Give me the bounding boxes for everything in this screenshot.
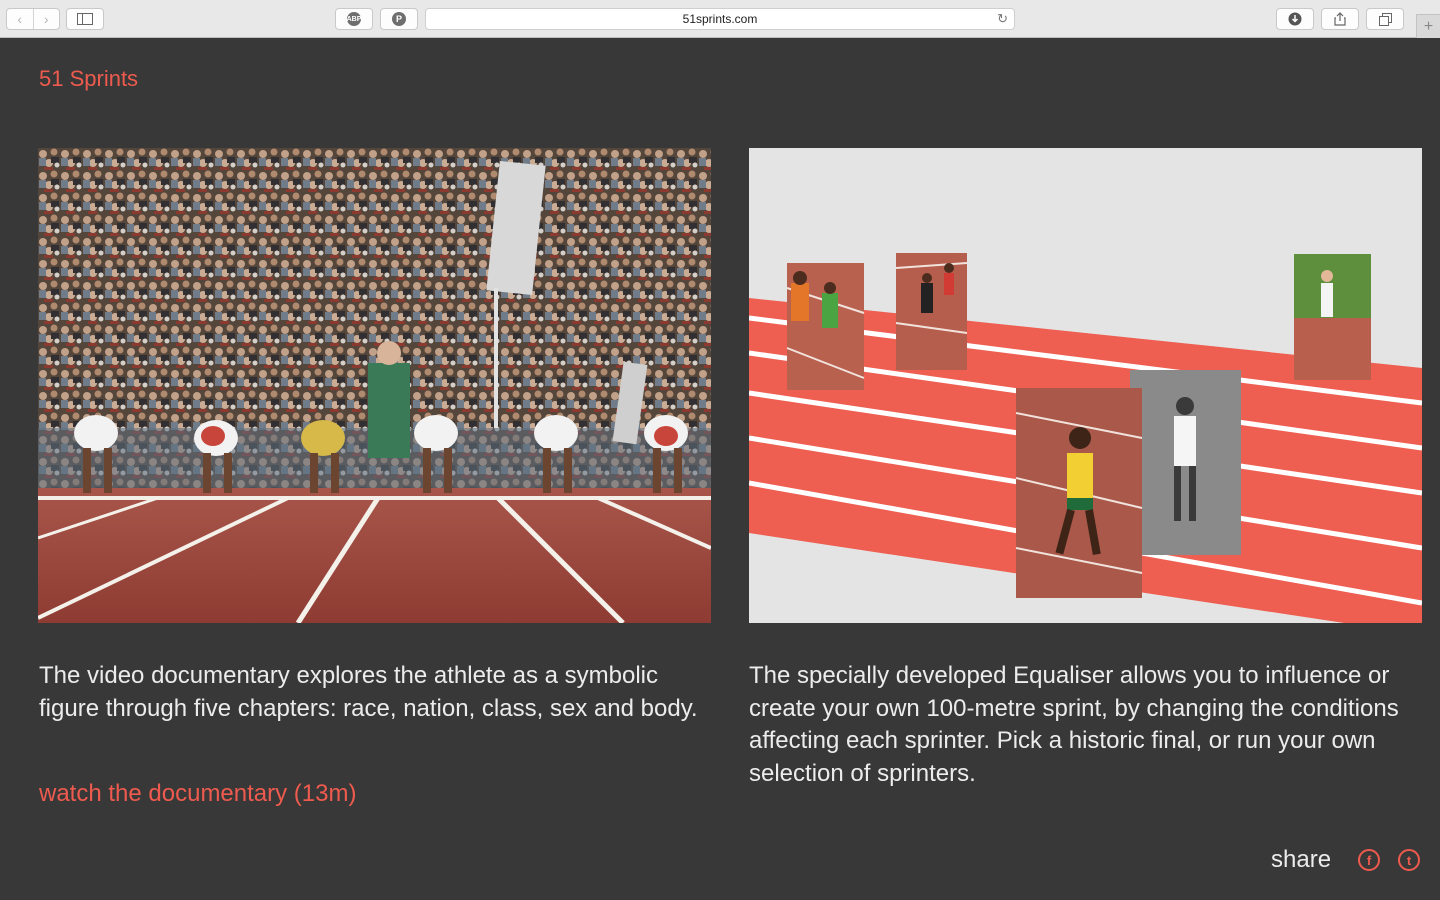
browser-toolbar: ‹ › ABP P 51sprints.com ↻ + xyxy=(0,0,1440,38)
sidebar-icon xyxy=(77,13,93,25)
watch-documentary-link[interactable]: watch the documentary (13m) xyxy=(39,780,356,808)
documentary-image[interactable] xyxy=(38,148,711,623)
equaliser-illustration xyxy=(749,148,1422,623)
downloads-button[interactable] xyxy=(1276,8,1314,30)
documentary-photo xyxy=(38,148,711,623)
share-label: share xyxy=(1271,846,1332,873)
share-icon xyxy=(1334,12,1346,26)
address-bar[interactable]: 51sprints.com ↻ xyxy=(425,8,1015,30)
pinterest-extension-button[interactable]: P xyxy=(380,8,418,30)
tabs-overview-button[interactable] xyxy=(1366,8,1404,30)
abp-icon: ABP xyxy=(347,12,361,26)
twitter-icon[interactable]: t xyxy=(1398,849,1420,871)
documentary-description: The video documentary explores the athle… xyxy=(39,662,698,722)
facebook-icon[interactable]: f xyxy=(1358,849,1380,871)
forward-button[interactable]: › xyxy=(32,9,60,29)
sidebar-button[interactable] xyxy=(66,8,104,30)
download-icon xyxy=(1288,12,1302,26)
adblock-extension-button[interactable]: ABP xyxy=(335,8,373,30)
share-sheet-button[interactable] xyxy=(1321,8,1359,30)
equaliser-description: The specially developed Equaliser allows… xyxy=(749,662,1399,787)
reload-icon[interactable]: ↻ xyxy=(997,11,1008,27)
navigation-buttons: ‹ › xyxy=(6,8,60,30)
tabs-icon xyxy=(1378,12,1392,26)
pinterest-icon: P xyxy=(392,12,406,26)
equaliser-image[interactable] xyxy=(749,148,1422,623)
url-text: 51sprints.com xyxy=(682,12,758,26)
site-logo[interactable]: 51 Sprints xyxy=(39,66,138,92)
new-tab-button[interactable]: + xyxy=(1416,14,1440,38)
back-button[interactable]: ‹ xyxy=(7,9,33,29)
